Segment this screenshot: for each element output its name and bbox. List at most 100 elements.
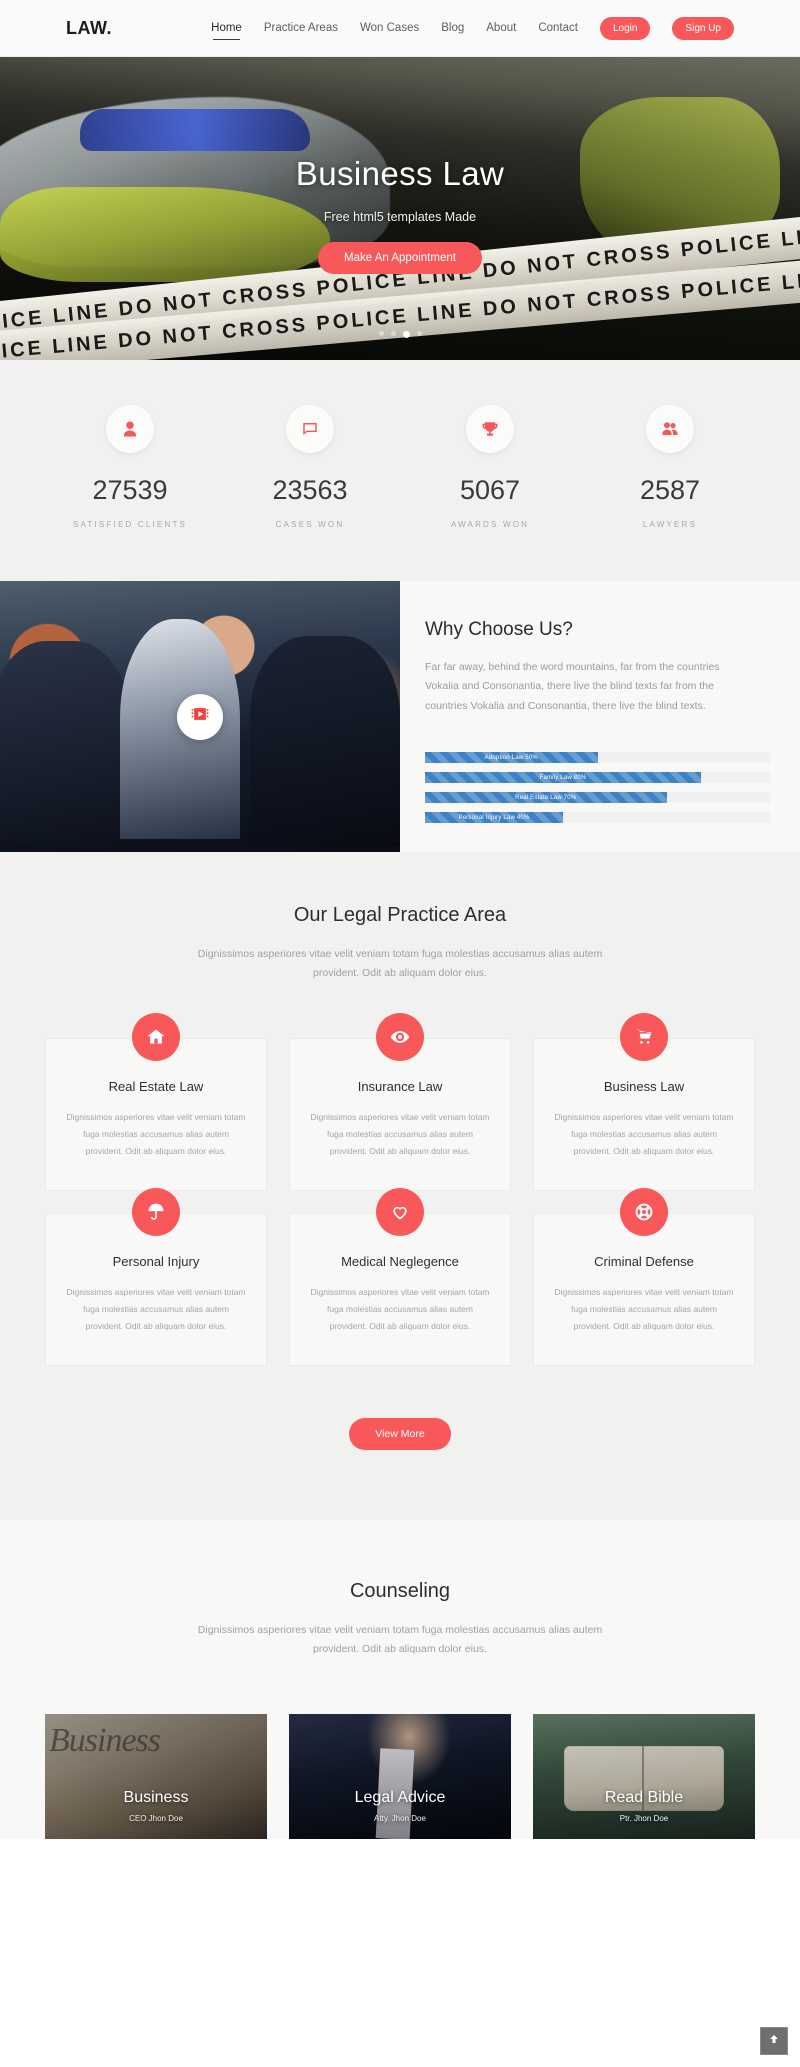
- practice-area-subtitle: Dignissimos asperiores vitae velit venia…: [197, 948, 603, 980]
- why-choose-us-title: Why Choose Us?: [425, 619, 573, 640]
- practice-card-insurance-law[interactable]: Insurance Law Dignissimos asperiores vit…: [289, 1013, 511, 1192]
- practice-card-text: Dignissimos asperiores vitae velit venia…: [66, 1112, 246, 1157]
- practice-card-text: Dignissimos asperiores vitae velit venia…: [554, 1287, 734, 1332]
- hero-title: Business Law: [295, 155, 505, 192]
- signup-button[interactable]: Sign Up: [672, 16, 734, 40]
- practice-card-medical-neglegence[interactable]: Medical Neglegence Dignissimos asperiore…: [289, 1188, 511, 1367]
- practice-card-text: Dignissimos asperiores vitae velit venia…: [554, 1112, 734, 1157]
- counseling-caption: Read Bible Ptr. Jhon Doe: [533, 1789, 755, 1823]
- lifebuoy-icon: [620, 1188, 668, 1237]
- carousel-dots: [0, 331, 800, 338]
- carousel-dot-3[interactable]: [402, 331, 410, 338]
- practice-card-title: Personal Injury: [112, 1254, 200, 1270]
- practice-area-section: Our Legal Practice Area Dignissimos aspe…: [0, 852, 800, 1521]
- counseling-cards-grid: Business CEO Jhon Doe Legal Advice Atty.…: [45, 1713, 755, 1839]
- heart-icon: [376, 1188, 424, 1237]
- nav-item-about[interactable]: About: [486, 18, 516, 38]
- video-play-icon: [190, 704, 210, 729]
- practice-card-text: Dignissimos asperiores vitae velit venia…: [66, 1287, 246, 1332]
- counseling-caption: Legal Advice Atty. Jhon Doe: [289, 1789, 511, 1823]
- skill-bar-real-estate-law: Real Estate Law 70%: [425, 792, 770, 804]
- person-silhouette-left: [0, 641, 130, 841]
- counseling-title: Counseling: [349, 1580, 451, 1603]
- stat-value: 2587: [639, 475, 701, 505]
- nav-item-practice-areas[interactable]: Practice Areas: [264, 18, 338, 38]
- why-choose-us-section: Why Choose Us? Far far away, behind the …: [0, 581, 800, 853]
- practice-card-personal-injury[interactable]: Personal Injury Dignissimos asperiores v…: [45, 1188, 267, 1367]
- why-choose-us-body: Why Choose Us? Far far away, behind the …: [400, 581, 800, 852]
- person-silhouette-right: [250, 636, 400, 846]
- practice-card-business-law[interactable]: Business Law Dignissimos asperiores vita…: [533, 1013, 755, 1192]
- counseling-card-role: Atty. Jhon Doe: [374, 1813, 426, 1823]
- login-button[interactable]: Login: [599, 16, 651, 40]
- why-choose-us-text: Far far away, behind the word mountains,…: [425, 661, 720, 712]
- skill-label: Adoption Law 50%: [484, 754, 538, 761]
- hero-content: Business Law Free html5 templates Made M…: [0, 57, 800, 274]
- skill-bar-family-law: Family Law 80%: [425, 772, 770, 784]
- stat-label: Cases Won: [275, 520, 345, 529]
- practice-card-text: Dignissimos asperiores vitae velit venia…: [310, 1287, 490, 1332]
- counseling-card-read-bible[interactable]: Read Bible Ptr. Jhon Doe: [533, 1713, 755, 1839]
- view-more-button[interactable]: View More: [349, 1418, 451, 1451]
- skill-label: Family Law 80%: [539, 774, 587, 781]
- nav-item-home[interactable]: Home: [211, 18, 242, 40]
- stat-value: 27539: [92, 475, 168, 505]
- stat-value: 23563: [272, 475, 348, 505]
- counseling-caption: Business CEO Jhon Doe: [45, 1789, 267, 1823]
- practice-cards-grid: Real Estate Law Dignissimos asperiores v…: [45, 1013, 755, 1367]
- skill-label: Real Estate Law 70%: [515, 794, 577, 801]
- video-play-button[interactable]: [177, 693, 223, 740]
- practice-card-title: Medical Neglegence: [341, 1254, 459, 1270]
- carousel-dot-1[interactable]: [378, 331, 384, 336]
- practice-area-title: Our Legal Practice Area: [293, 904, 507, 927]
- users-icon: [646, 405, 694, 453]
- hero-subtitle: Free html5 templates Made: [323, 210, 477, 224]
- navbar: LAW. Home Practice Areas Won Cases Blog …: [0, 0, 800, 57]
- counseling-card-legal-advice[interactable]: Legal Advice Atty. Jhon Doe: [289, 1713, 511, 1839]
- counseling-card-name: Read Bible: [604, 1788, 684, 1806]
- stat-label: Awards Won: [450, 520, 530, 529]
- practice-card-real-estate-law[interactable]: Real Estate Law Dignissimos asperiores v…: [45, 1013, 267, 1192]
- scroll-to-top-button[interactable]: [760, 2027, 788, 2055]
- home-icon: [132, 1013, 180, 1062]
- shopping-cart-icon: [620, 1013, 668, 1062]
- practice-card-title: Business Law: [603, 1079, 685, 1095]
- counseling-subtitle: Dignissimos asperiores vitae velit venia…: [197, 1624, 603, 1655]
- counseling-card-role: Ptr. Jhon Doe: [619, 1813, 669, 1823]
- stat-satisfied-clients: 27539 Satisfied Clients: [40, 405, 220, 529]
- stat-awards-won: 5067 Awards Won: [400, 405, 580, 529]
- stat-value: 5067: [459, 475, 521, 505]
- brand-logo[interactable]: LAW.: [66, 18, 112, 39]
- nav-links: Home Practice Areas Won Cases Blog About…: [211, 16, 734, 40]
- skill-bars: Adoption Law 50% Family Law 80% Real Est…: [425, 752, 770, 824]
- skill-bar-personal-injury-law: Personal Injury Law 40%: [425, 812, 770, 824]
- eye-icon: [376, 1013, 424, 1062]
- carousel-dot-4[interactable]: [416, 331, 422, 336]
- stat-cases-won: 23563 Cases Won: [220, 405, 400, 529]
- stat-label: Lawyers: [642, 520, 698, 529]
- hero-section: POLICE LINE DO NOT CROSS POLICE LINE DO …: [0, 57, 800, 360]
- make-appointment-button[interactable]: Make An Appointment: [318, 242, 482, 274]
- counseling-card-name: Business: [123, 1788, 189, 1806]
- practice-card-title: Insurance Law: [357, 1079, 443, 1095]
- practice-card-title: Criminal Defense: [594, 1254, 694, 1270]
- user-icon: [106, 405, 154, 453]
- trophy-icon: [466, 405, 514, 453]
- nav-item-won-cases[interactable]: Won Cases: [360, 18, 419, 38]
- counseling-card-role: CEO Jhon Doe: [129, 1813, 183, 1823]
- stat-label: Satisfied Clients: [72, 520, 188, 529]
- skill-label: Personal Injury Law 40%: [458, 814, 530, 821]
- counseling-section: Counseling Dignissimos asperiores vitae …: [0, 1520, 800, 1839]
- arrow-up-icon: [768, 2032, 780, 2050]
- carousel-dot-2[interactable]: [390, 331, 396, 336]
- counseling-card-name: Legal Advice: [354, 1788, 446, 1806]
- nav-item-contact[interactable]: Contact: [538, 18, 578, 38]
- practice-card-criminal-defense[interactable]: Criminal Defense Dignissimos asperiores …: [533, 1188, 755, 1367]
- stats-section: 27539 Satisfied Clients 23563 Cases Won …: [0, 360, 800, 581]
- umbrella-icon: [132, 1188, 180, 1237]
- practice-card-title: Real Estate Law: [108, 1079, 204, 1095]
- skill-bar-adoption-law: Adoption Law 50%: [425, 752, 770, 764]
- counseling-card-business[interactable]: Business CEO Jhon Doe: [45, 1713, 267, 1839]
- practice-card-text: Dignissimos asperiores vitae velit venia…: [310, 1112, 490, 1157]
- nav-item-blog[interactable]: Blog: [441, 18, 464, 38]
